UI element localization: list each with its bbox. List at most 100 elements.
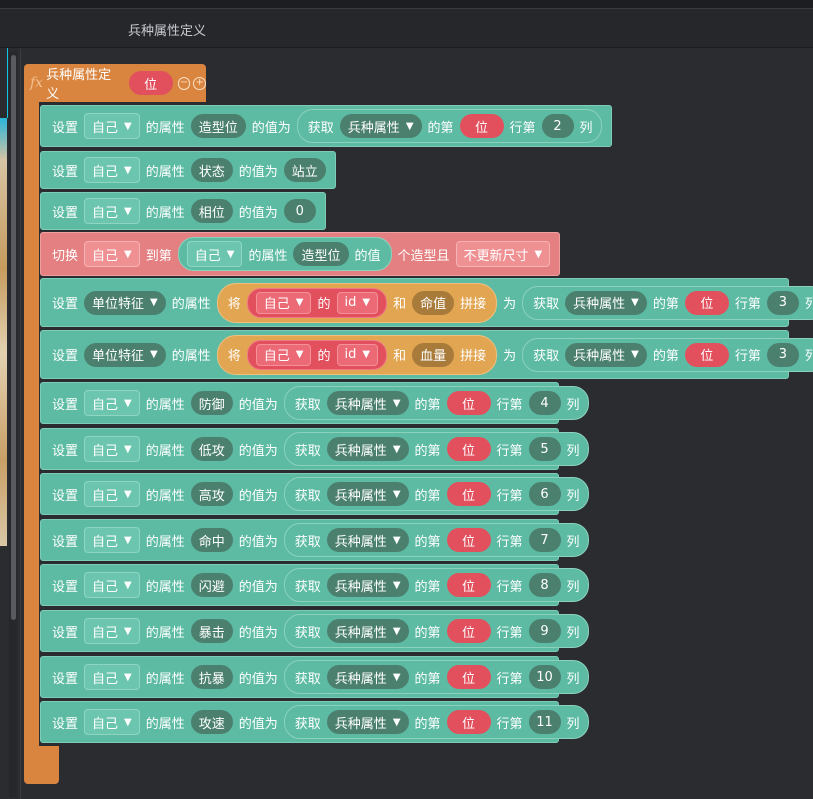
row-variable[interactable]: 位: [446, 482, 491, 506]
table-dropdown[interactable]: 兵种属性 ▼: [326, 665, 409, 689]
tab-title[interactable]: 兵种属性定义: [128, 20, 206, 39]
get-table-cell-block[interactable]: 获取 兵种属性 ▼ 的第 位 行第 8 列: [283, 568, 589, 602]
get-table-cell-block[interactable]: 获取 兵种属性 ▼ 的第 位 行第 3 列: [522, 337, 813, 372]
column-number[interactable]: 5: [528, 437, 561, 461]
get-table-cell-block[interactable]: 获取 兵种属性 ▼ 的第 位 行第 3 列: [522, 285, 813, 320]
column-number[interactable]: 11: [528, 710, 561, 734]
get-table-cell-block[interactable]: 获取 兵种属性 ▼ 的第 位 行第 4 列: [283, 386, 589, 420]
column-number[interactable]: 8: [528, 573, 561, 597]
table-dropdown[interactable]: 兵种属性 ▼: [326, 619, 409, 643]
column-number[interactable]: 2: [541, 114, 574, 138]
get-table-cell-block[interactable]: 获取 兵种属性 ▼ 的第 位 行第 2 列: [296, 109, 602, 143]
add-param-icon[interactable]: +: [193, 76, 206, 90]
set-attr-block[interactable]: 设置 自己 ▼ 的属性 低攻 的值为 获取 兵种属性 ▼ 的第 位 行第 5 列: [40, 428, 589, 470]
target-dropdown[interactable]: 自己 ▼: [84, 527, 140, 553]
get-table-cell-block[interactable]: 获取 兵种属性 ▼ 的第 位 行第 6 列: [283, 477, 589, 511]
switch-costume-block[interactable]: 切换 自己 ▼ 到第 自己 ▼ 的属性 造型位 的值 个造型且 不更新尺寸 ▼: [40, 232, 561, 276]
set-attr-block[interactable]: 设置 自己 ▼ 的属性 高攻 的值为 获取 兵种属性 ▼ 的第 位 行第 6 列: [40, 473, 589, 515]
target-dropdown[interactable]: 自己 ▼: [84, 436, 140, 462]
table-dropdown[interactable]: 兵种属性 ▼: [326, 482, 409, 506]
unit-feature-dropdown[interactable]: 单位特征 ▼: [84, 342, 166, 367]
set-attr-block[interactable]: 设置 自己 ▼ 的属性 攻速 的值为 获取 兵种属性 ▼ 的第 位 行第 11 列: [40, 701, 589, 743]
remove-param-icon[interactable]: −: [177, 76, 191, 90]
attr-name[interactable]: 暴击: [190, 619, 233, 643]
row-variable[interactable]: 位: [446, 573, 491, 597]
attr-name[interactable]: 抗暴: [190, 665, 233, 689]
target-dropdown[interactable]: 自己 ▼: [84, 390, 140, 416]
target-dropdown[interactable]: 自己 ▼: [186, 241, 243, 267]
object-property-block[interactable]: 自己 ▼ 的 id ▼: [246, 287, 388, 318]
set-attr-block[interactable]: 设置 自己 ▼ 的属性 相位 的值为 0: [40, 192, 326, 230]
row-variable[interactable]: 位: [446, 619, 491, 643]
attr-name[interactable]: 造型位: [293, 242, 349, 266]
set-attr-block[interactable]: 设置 自己 ▼ 的属性 状态 的值为 站立: [40, 151, 336, 189]
resize-option-dropdown[interactable]: 不更新尺寸 ▼: [455, 241, 551, 267]
column-number[interactable]: 7: [528, 528, 561, 552]
target-dropdown[interactable]: 自己 ▼: [84, 157, 140, 183]
function-definition-block[interactable]: fx 兵种属性定义 位 − +: [24, 64, 206, 102]
table-dropdown[interactable]: 兵种属性 ▼: [326, 573, 409, 597]
column-number[interactable]: 10: [528, 665, 561, 689]
attr-name[interactable]: 攻速: [190, 710, 233, 734]
value-input[interactable]: 0: [283, 199, 316, 223]
row-variable[interactable]: 位: [684, 342, 729, 367]
get-attr-block[interactable]: 自己 ▼ 的属性 造型位 的值: [177, 237, 392, 271]
row-variable[interactable]: 位: [446, 665, 491, 689]
table-dropdown[interactable]: 兵种属性 ▼: [326, 528, 409, 552]
table-dropdown[interactable]: 兵种属性 ▼: [565, 290, 647, 315]
target-dropdown[interactable]: 自己 ▼: [84, 113, 140, 139]
table-dropdown[interactable]: 兵种属性 ▼: [339, 114, 422, 138]
target-dropdown[interactable]: 自己 ▼: [84, 241, 140, 267]
join-block[interactable]: 将 自己 ▼ 的 id ▼ 和 命值 拼接: [216, 282, 498, 323]
target-dropdown[interactable]: 自己 ▼: [84, 572, 140, 598]
get-table-cell-block[interactable]: 获取 兵种属性 ▼ 的第 位 行第 9 列: [283, 614, 589, 648]
table-dropdown[interactable]: 兵种属性 ▼: [326, 391, 409, 415]
get-table-cell-block[interactable]: 获取 兵种属性 ▼ 的第 位 行第 11 列: [283, 705, 589, 739]
table-dropdown[interactable]: 兵种属性 ▼: [326, 437, 409, 461]
row-variable[interactable]: 位: [446, 391, 491, 415]
attr-name[interactable]: 状态: [190, 158, 233, 182]
column-number[interactable]: 3: [766, 290, 799, 315]
column-number[interactable]: 9: [528, 619, 561, 643]
attr-name[interactable]: 命中: [190, 528, 233, 552]
set-attr-block[interactable]: 设置 自己 ▼ 的属性 暴击 的值为 获取 兵种属性 ▼ 的第 位 行第 9 列: [40, 610, 589, 652]
row-variable[interactable]: 位: [459, 114, 504, 138]
function-param[interactable]: 位: [128, 71, 173, 95]
property-dropdown[interactable]: id ▼: [336, 343, 379, 366]
target-dropdown[interactable]: 自己 ▼: [255, 343, 312, 366]
set-attr-block[interactable]: 设置 自己 ▼ 的属性 防御 的值为 获取 兵种属性 ▼ 的第 位 行第 4 列: [40, 382, 589, 424]
set-attr-block[interactable]: 设置 自己 ▼ 的属性 命中 的值为 获取 兵种属性 ▼ 的第 位 行第 7 列: [40, 519, 589, 561]
column-number[interactable]: 6: [528, 482, 561, 506]
set-attr-block[interactable]: 设置 自己 ▼ 的属性 造型位 的值为 获取 兵种属性 ▼ 的第 位 行第 2 列: [40, 105, 612, 147]
set-unit-feature-block[interactable]: 设置 单位特征 ▼ 的属性 将 自己 ▼ 的 id ▼ 和 命值 拼接 为 获取 兵种…: [40, 278, 813, 327]
target-dropdown[interactable]: 自己 ▼: [84, 198, 140, 224]
row-variable[interactable]: 位: [446, 437, 491, 461]
column-number[interactable]: 3: [766, 342, 799, 367]
row-variable[interactable]: 位: [446, 528, 491, 552]
text-value[interactable]: 血量: [412, 342, 455, 367]
row-variable[interactable]: 位: [446, 710, 491, 734]
attr-name[interactable]: 防御: [190, 391, 233, 415]
attr-name[interactable]: 低攻: [190, 437, 233, 461]
get-table-cell-block[interactable]: 获取 兵种属性 ▼ 的第 位 行第 5 列: [283, 432, 589, 466]
attr-name[interactable]: 闪避: [190, 573, 233, 597]
target-dropdown[interactable]: 自己 ▼: [84, 664, 140, 690]
unit-feature-dropdown[interactable]: 单位特征 ▼: [84, 290, 166, 315]
table-dropdown[interactable]: 兵种属性 ▼: [326, 710, 409, 734]
attr-name[interactable]: 造型位: [190, 114, 246, 138]
value-input[interactable]: 站立: [283, 158, 326, 182]
attr-name[interactable]: 相位: [190, 199, 233, 223]
object-property-block[interactable]: 自己 ▼ 的 id ▼: [246, 339, 388, 370]
set-attr-block[interactable]: 设置 自己 ▼ 的属性 抗暴 的值为 获取 兵种属性 ▼ 的第 位 行第 10 列: [40, 656, 589, 698]
target-dropdown[interactable]: 自己 ▼: [84, 618, 140, 644]
attr-name[interactable]: 高攻: [190, 482, 233, 506]
table-dropdown[interactable]: 兵种属性 ▼: [565, 342, 647, 367]
get-table-cell-block[interactable]: 获取 兵种属性 ▼ 的第 位 行第 7 列: [283, 523, 589, 557]
column-number[interactable]: 4: [528, 391, 561, 415]
row-variable[interactable]: 位: [684, 290, 729, 315]
get-table-cell-block[interactable]: 获取 兵种属性 ▼ 的第 位 行第 10 列: [283, 660, 589, 694]
vertical-scrollbar-thumb[interactable]: [11, 55, 16, 620]
text-value[interactable]: 命值: [412, 290, 455, 315]
set-attr-block[interactable]: 设置 自己 ▼ 的属性 闪避 的值为 获取 兵种属性 ▼ 的第 位 行第 8 列: [40, 564, 589, 606]
target-dropdown[interactable]: 自己 ▼: [255, 291, 312, 314]
